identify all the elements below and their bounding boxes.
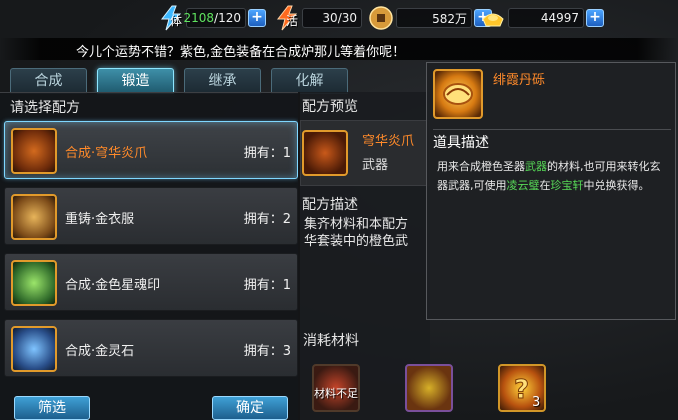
stamina-max: /120: [214, 11, 241, 25]
recipe-item[interactable]: 重铸·金衣服 拥有：2: [4, 187, 298, 245]
preview-item-type: 武器: [362, 158, 389, 173]
coin-resource: 582万 +: [368, 6, 492, 30]
vitality-glyph: 活: [286, 14, 299, 28]
svg-text:?: ?: [514, 375, 529, 405]
recipe-owned-count: 拥有：1: [243, 278, 291, 293]
recipe-scroll-icon: [11, 194, 57, 240]
desc-title: 配方描述: [302, 197, 358, 213]
recipe-item[interactable]: 合成·金色星魂印 拥有：1: [4, 253, 298, 311]
recipe-name: 合成·金色星魂印: [65, 278, 161, 293]
filter-button[interactable]: 筛选: [14, 396, 90, 420]
coin-value: 582万: [396, 8, 472, 28]
vitality-resource: 活 30 /30: [274, 5, 362, 31]
marquee-text: 今儿个运势不错？紫色,金色装备在合成炉那儿等着你呢！: [76, 45, 406, 60]
recipe-name: 合成·金灵石: [65, 344, 135, 359]
tab-forge[interactable]: 锻造: [97, 68, 174, 94]
golden-claw-material-icon[interactable]: [405, 364, 453, 412]
preview-item-name: 穹华炎爪: [362, 134, 415, 149]
tooltip-highlight: 珍宝轩: [550, 179, 584, 192]
vitality-value: 30 /30: [302, 8, 362, 28]
recipe-owned-count: 拥有：1: [243, 146, 291, 161]
tab-inherit[interactable]: 继承: [184, 68, 261, 94]
vitality-max: /30: [337, 11, 357, 25]
resource-bar: 体 2108 /120 + 活 30 /30 582万 + 44997 +: [0, 0, 678, 40]
confirm-button[interactable]: 确定: [212, 396, 288, 420]
tooltip-heading: 道具描述: [433, 129, 671, 153]
recipe-owned-count: 拥有：2: [243, 212, 291, 227]
recipe-name: 合成·穹华炎爪: [65, 146, 148, 161]
tab-dissolve[interactable]: 化解: [271, 68, 348, 94]
recipe-owned-count: 拥有：3: [243, 344, 291, 359]
gold-resource: 44997 +: [480, 6, 604, 30]
desc-line: 华套装中的橙色武: [304, 234, 409, 249]
gold-ingot-icon: [480, 5, 506, 31]
recipe-scroll-icon: [11, 128, 57, 174]
vitality-current: 30: [322, 11, 338, 25]
tab-synthesis[interactable]: 合成: [10, 68, 87, 94]
recipe-name: 重铸·金衣服: [65, 212, 135, 227]
tooltip-text: 在: [539, 179, 551, 192]
tooltip-description: 用来合成橙色圣器武器的材料,也可用来转化玄器武器,可使用凌云璧在珍宝轩中兑换获得…: [437, 157, 669, 195]
tooltip-text: 中兑换获得。: [583, 179, 650, 192]
consume-title: 消耗材料: [303, 333, 359, 349]
preview-title: 配方预览: [302, 99, 358, 115]
stamina-current: 2108: [183, 11, 215, 25]
add-gold-button[interactable]: +: [586, 9, 604, 27]
gold-value: 44997: [508, 8, 584, 28]
add-stamina-button[interactable]: +: [248, 9, 266, 27]
stamina-glyph: 体: [170, 14, 183, 28]
tooltip-highlight: 凌云璧: [506, 179, 540, 192]
stamina-value: 2108 /120: [183, 8, 246, 28]
insufficient-label: 材料不足: [314, 387, 358, 400]
tooltip-highlight: 武器: [525, 160, 547, 173]
copper-coin-icon: [368, 5, 394, 31]
desc-line: 集齐材料和本配方: [304, 217, 409, 232]
recipe-scroll-icon: [11, 260, 57, 306]
recipe-panel-title: 请选择配方: [10, 100, 80, 116]
recipe-panel: 请选择配方 合成·穹华炎爪 拥有：1 重铸·金衣服 拥有：2 合成·金色星魂印 …: [0, 92, 300, 420]
recipe-item[interactable]: 合成·穹华炎爪 拥有：1: [4, 121, 298, 179]
recipe-description: 集齐材料和本配方 华套装中的橙色武: [304, 216, 430, 252]
announcement-marquee: 今儿个运势不错？紫色,金色装备在合成炉那儿等着你呢！: [0, 38, 678, 60]
forge-tabs: 合成 锻造 继承 化解: [10, 68, 358, 94]
tooltip-text: 用来合成橙色圣器: [437, 160, 525, 173]
stamina-resource: 体 2108 /120 +: [158, 5, 266, 31]
claw-weapon-icon: [302, 130, 348, 176]
game-screen: 体 2108 /120 + 活 30 /30 582万 + 44997 + 今儿…: [0, 0, 678, 420]
recipe-scroll-icon: [11, 326, 57, 372]
cinnabar-gem-icon: [433, 69, 483, 119]
item-tooltip: 绯霞丹砾 道具描述 用来合成橙色圣器武器的材料,也可用来转化玄器武器,可使用凌云…: [426, 62, 676, 320]
tooltip-item-name: 绯霞丹砾: [493, 73, 546, 88]
material-count: 3: [532, 395, 541, 410]
recipe-item[interactable]: 合成·金灵石 拥有：3: [4, 319, 298, 377]
